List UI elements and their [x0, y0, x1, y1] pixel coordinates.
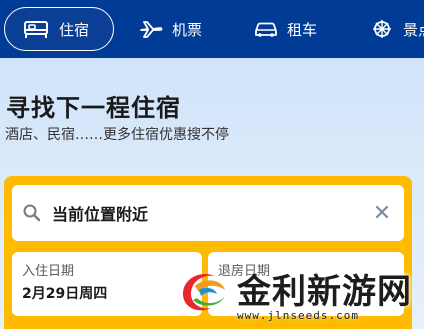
tab-stays-label: 住宿 [59, 20, 90, 39]
location-input[interactable]: 当前位置附近 [12, 185, 404, 241]
tab-attractions-label: 景点 [403, 20, 424, 39]
watermark-name: 金利新游网 [237, 272, 412, 312]
checkin-value: 2月29日周四 [22, 286, 108, 302]
hero-subtitle: 酒店、民宿……更多住宿优惠搜不停 [5, 127, 229, 143]
tab-flights[interactable]: 机票 [138, 7, 202, 51]
checkin-date-field[interactable]: 入住日期 2月29日周四 [12, 252, 202, 316]
car-icon [253, 18, 279, 40]
watermark-logo-icon [175, 264, 233, 318]
search-icon [22, 203, 42, 223]
tab-attractions[interactable]: 景点 [369, 7, 424, 51]
bed-icon [23, 18, 49, 40]
top-nav: 住宿 机票 租车 景点 [0, 0, 424, 58]
attraction-icon [369, 18, 395, 40]
tab-flights-label: 机票 [172, 20, 203, 39]
close-icon[interactable] [372, 202, 392, 222]
watermark: 金利新游网 www.jlnseeds.com [175, 262, 424, 329]
checkin-label: 入住日期 [22, 264, 75, 279]
location-value: 当前位置附近 [52, 205, 149, 224]
tab-car-rental-label: 租车 [287, 20, 318, 39]
hero-title: 寻找下一程住宿 [6, 94, 181, 122]
watermark-url: www.jlnseeds.com [237, 309, 359, 322]
plane-icon [138, 18, 164, 40]
tab-stays[interactable]: 住宿 [4, 7, 114, 51]
tab-car-rental[interactable]: 租车 [253, 7, 317, 51]
